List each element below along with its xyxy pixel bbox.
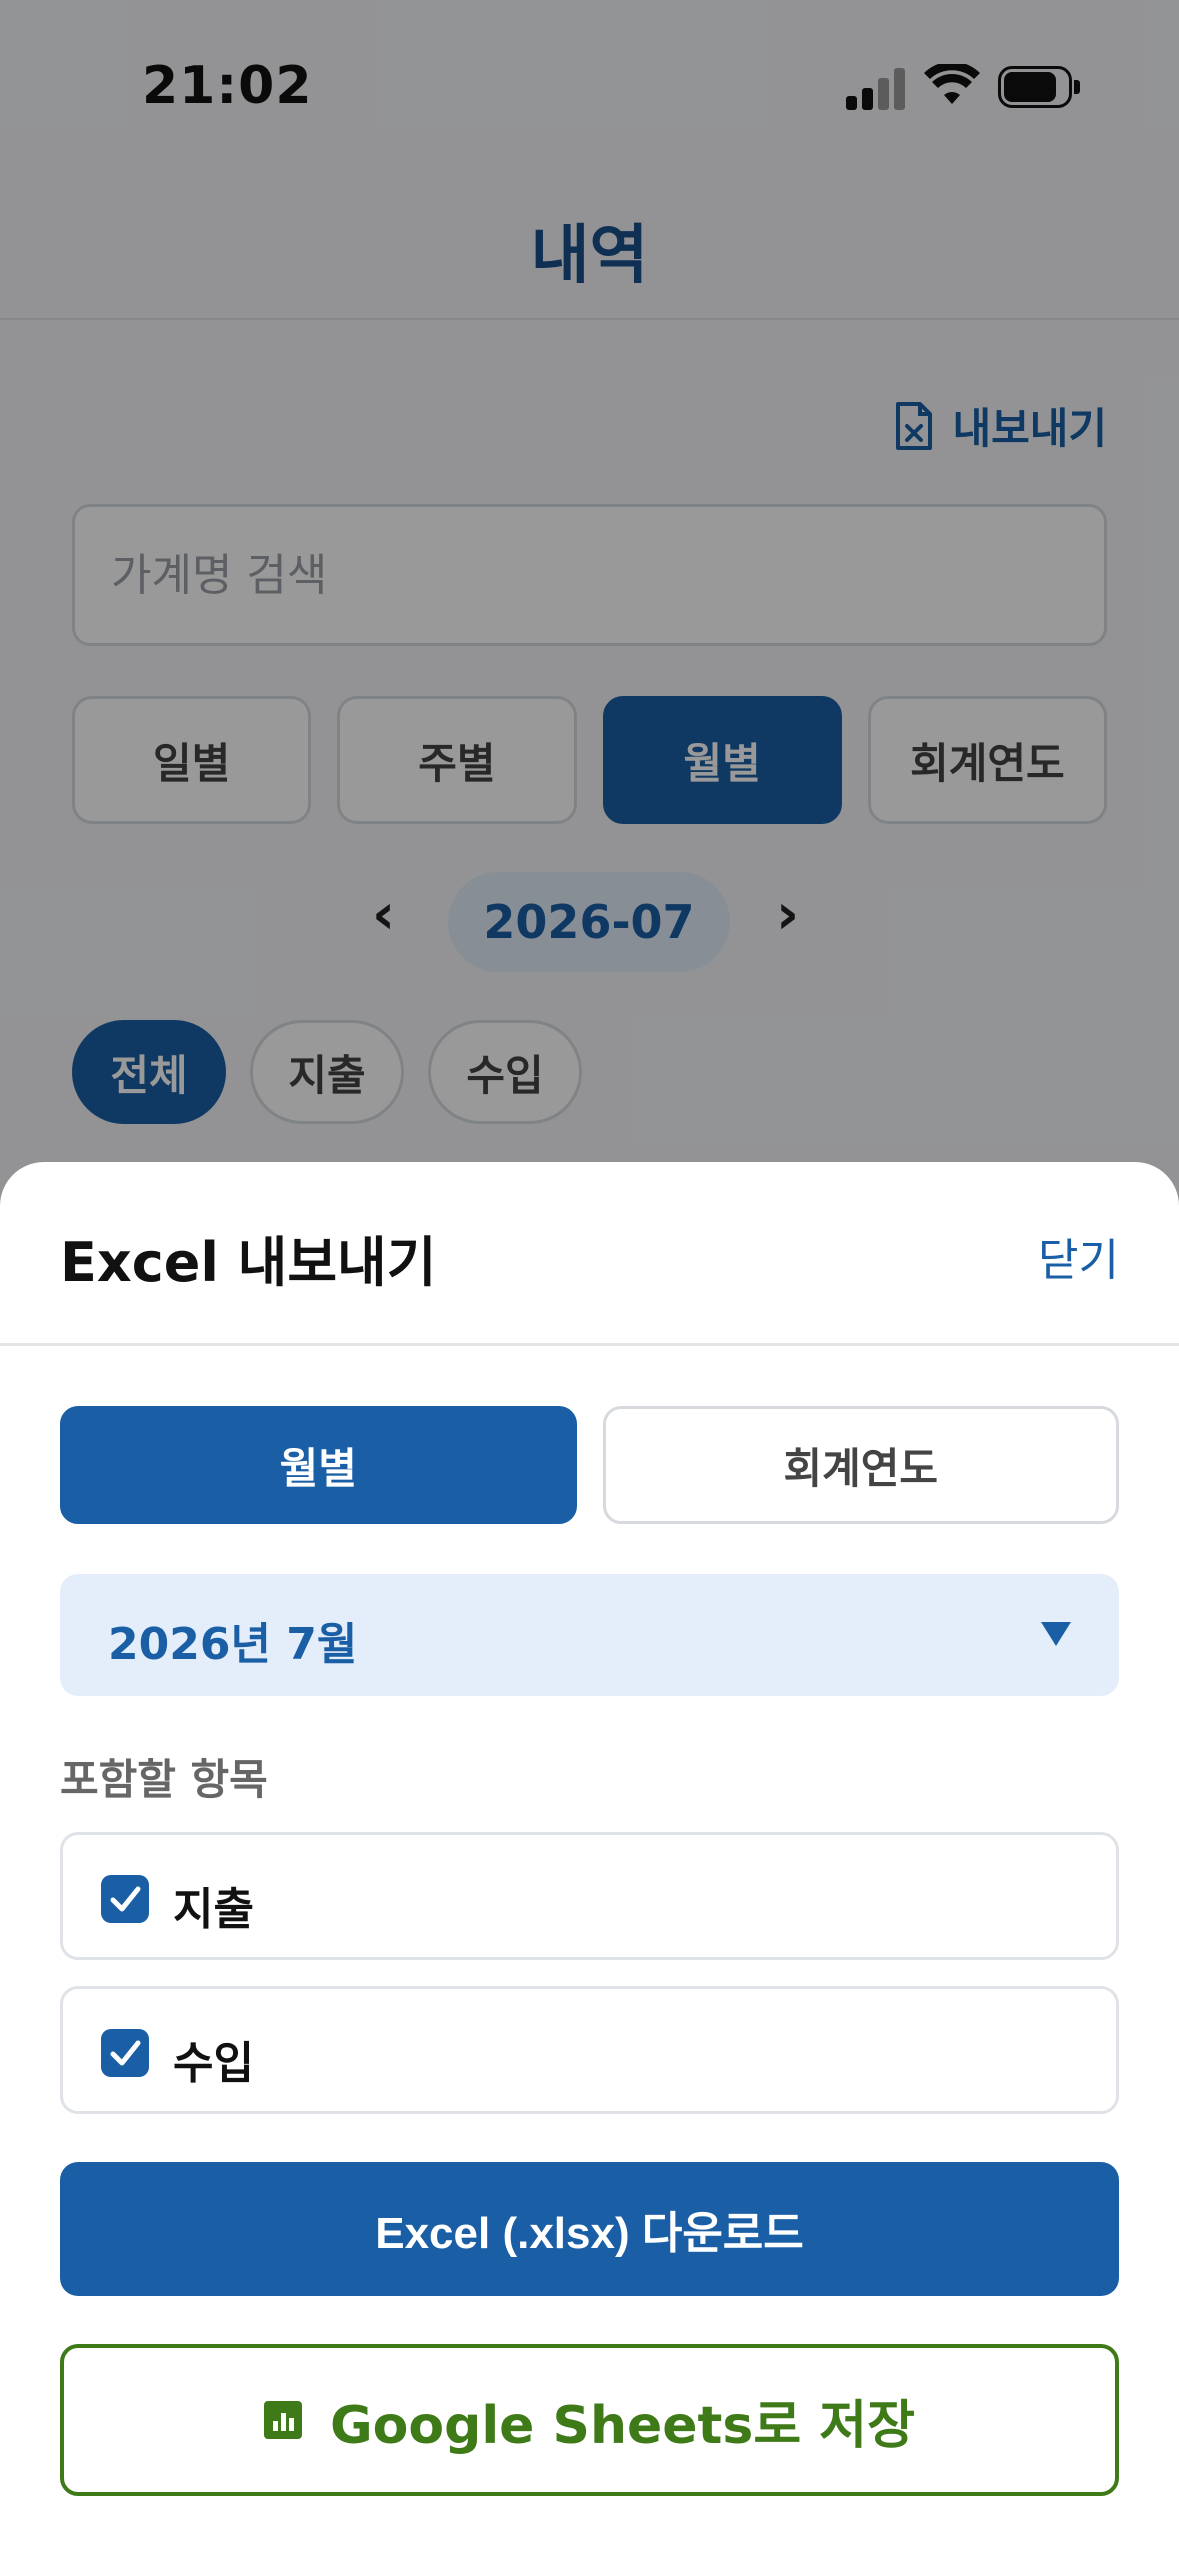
option-label: 수입 (173, 2038, 254, 2089)
include-section-label: 포함할 항목 (60, 1755, 268, 1804)
option-label: 지출 (173, 1884, 254, 1935)
export-sheet: Excel 내보내기 닫기 월별 회계연도 2026년 7월 포함할 항목 지출… (0, 1162, 1179, 2556)
checkbox-checked-icon[interactable] (101, 2029, 149, 2077)
option-income[interactable]: 수입 (60, 1986, 1119, 2114)
caret-down-icon (1041, 1622, 1071, 1646)
close-button[interactable]: 닫기 (1038, 1224, 1119, 1288)
tab-fiscal-year-export[interactable]: 회계연도 (602, 1406, 1119, 1524)
sheets-label: Google Sheets로 저장 (330, 2395, 915, 2456)
sheet-header: Excel 내보내기 닫기 (0, 1162, 1179, 1346)
google-sheets-icon (264, 2401, 302, 2439)
month-select-value: 2026년 7월 (108, 1619, 358, 1670)
download-excel-button[interactable]: Excel (.xlsx) 다운로드 (60, 2162, 1119, 2296)
sheet-title: Excel 내보내기 (60, 1231, 437, 1294)
export-mode-tabs: 월별 회계연도 (60, 1406, 1119, 1524)
month-select[interactable]: 2026년 7월 (60, 1574, 1119, 1696)
tab-monthly-export[interactable]: 월별 (60, 1406, 577, 1524)
option-expense[interactable]: 지출 (60, 1832, 1119, 1960)
checkbox-checked-icon[interactable] (101, 1875, 149, 1923)
save-google-sheets-button[interactable]: Google Sheets로 저장 (60, 2344, 1119, 2496)
